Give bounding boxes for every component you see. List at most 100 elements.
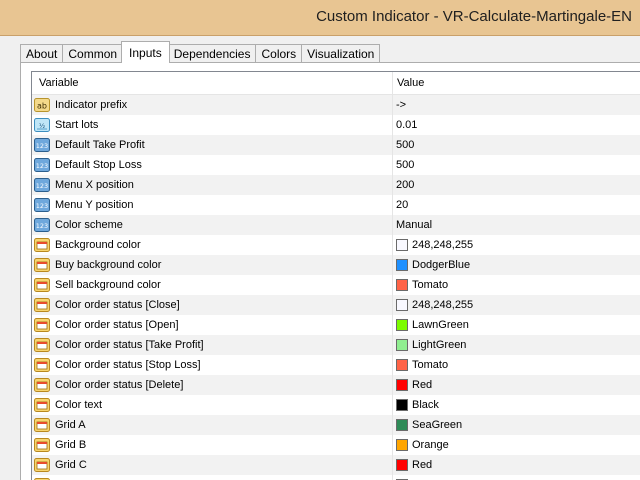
value-text: Red (412, 459, 433, 471)
table-row[interactable]: 123 Default Stop Loss 500 (32, 155, 640, 175)
value-text: Orange (412, 439, 449, 451)
variable-cell[interactable]: Color order status [Take Profit] (32, 335, 393, 355)
variable-cell[interactable]: Sell background color (32, 275, 393, 295)
variable-cell[interactable]: Color order status [Close] (32, 295, 393, 315)
table-row[interactable]: 123 Default Take Profit 500 (32, 135, 640, 155)
variable-cell[interactable]: Buy background color (32, 255, 393, 275)
table-row[interactable]: Grid C Red (32, 455, 640, 475)
color-type-icon (34, 337, 50, 353)
value-cell[interactable]: 200 (393, 175, 640, 195)
variable-name: Grid A (55, 419, 86, 431)
variable-name: Menu X position (55, 179, 134, 191)
table-row[interactable]: Grid A SeaGreen (32, 415, 640, 435)
table-row[interactable]: Color text Black (32, 395, 640, 415)
variable-cell[interactable]: Color order status [Delete] (32, 375, 393, 395)
variable-cell[interactable]: Grid C (32, 455, 393, 475)
variable-cell[interactable]: Grid A (32, 415, 393, 435)
value-cell[interactable]: Manual (393, 215, 640, 235)
integer-type-icon: 123 (34, 157, 50, 173)
variable-cell[interactable]: Color order status [Open] (32, 315, 393, 335)
table-row[interactable]: ab Indicator prefix -> (32, 95, 640, 115)
value-cell[interactable]: DodgerBlue (393, 255, 640, 275)
variable-cell[interactable]: 123 Color scheme (32, 215, 393, 235)
value-cell[interactable]: Orange (393, 435, 640, 455)
value-cell[interactable]: -> (393, 95, 640, 115)
value-cell[interactable]: Red (393, 375, 640, 395)
title-bar[interactable]: Custom Indicator - VR-Calculate-Martinga… (0, 0, 640, 36)
color-swatch[interactable] (396, 419, 408, 431)
value-cell[interactable]: SeaGreen (393, 415, 640, 435)
variable-cell[interactable] (32, 475, 393, 480)
table-row[interactable]: 123 Menu X position 200 (32, 175, 640, 195)
variable-cell[interactable]: 123 Default Stop Loss (32, 155, 393, 175)
color-swatch[interactable] (396, 239, 408, 251)
variable-cell[interactable]: 123 Menu X position (32, 175, 393, 195)
value-text: 200 (396, 179, 415, 191)
value-text: Tomato (412, 359, 449, 371)
table-row[interactable]: Sell background color Tomato (32, 275, 640, 295)
tab-visualization[interactable]: Visualization (301, 44, 381, 63)
variable-cell[interactable]: ab Indicator prefix (32, 95, 393, 115)
svg-text:123: 123 (36, 202, 48, 210)
value-cell[interactable]: Tomato (393, 275, 640, 295)
value-cell[interactable]: 0.01 (393, 115, 640, 135)
color-swatch[interactable] (396, 279, 408, 291)
value-cell[interactable]: Red (393, 455, 640, 475)
variable-name: Color text (55, 399, 103, 411)
value-cell[interactable]: LawnGreen (393, 315, 640, 335)
table-row[interactable]: Color order status [Delete] Red (32, 375, 640, 395)
color-swatch[interactable] (396, 399, 408, 411)
table-row[interactable]: Color order status [Take Profit] LightGre… (32, 335, 640, 355)
value-text: LightGreen (412, 339, 467, 351)
value-cell[interactable]: Tomato (393, 355, 640, 375)
variable-cell[interactable]: Color text (32, 395, 393, 415)
table-row[interactable]: Background color 248,248,255 (32, 235, 640, 255)
variable-name: Default Take Profit (55, 139, 145, 151)
table-row[interactable]: Color order status [Close] 248,248,255 (32, 295, 640, 315)
table-row[interactable]: 123 Color scheme Manual (32, 215, 640, 235)
table-row[interactable]: Grid B Orange (32, 435, 640, 455)
variable-cell[interactable]: 123 Menu Y position (32, 195, 393, 215)
color-swatch[interactable] (396, 439, 408, 451)
table-row[interactable]: 123 Menu Y position 20 (32, 195, 640, 215)
value-cell[interactable]: 248,248,255 (393, 295, 640, 315)
table-row[interactable]: Buy background color DodgerBlue (32, 255, 640, 275)
tab-common[interactable]: Common (62, 44, 124, 63)
color-swatch[interactable] (396, 339, 408, 351)
value-cell[interactable]: 500 (393, 135, 640, 155)
tab-about[interactable]: About (20, 44, 64, 63)
color-swatch[interactable] (396, 379, 408, 391)
value-cell[interactable]: 500 (393, 155, 640, 175)
tab-inputs[interactable]: Inputs (121, 41, 170, 63)
color-swatch[interactable] (396, 259, 408, 271)
table-row[interactable]: Color order status [Open] LawnGreen (32, 315, 640, 335)
table-row[interactable]: ½ Start lots 0.01 (32, 115, 640, 135)
value-cell[interactable] (393, 475, 640, 480)
column-header-variable[interactable]: Variable (32, 72, 393, 95)
variable-cell[interactable]: Background color (32, 235, 393, 255)
value-cell[interactable]: LightGreen (393, 335, 640, 355)
value-text: Tomato (412, 279, 449, 291)
variable-cell[interactable]: ½ Start lots (32, 115, 393, 135)
color-swatch[interactable] (396, 319, 408, 331)
color-type-icon (34, 297, 50, 313)
variable-cell[interactable]: 123 Default Take Profit (32, 135, 393, 155)
tab-colors[interactable]: Colors (255, 44, 303, 63)
color-swatch[interactable] (396, 299, 408, 311)
table-row[interactable] (32, 475, 640, 480)
value-cell[interactable]: 20 (393, 195, 640, 215)
color-swatch[interactable] (396, 359, 408, 371)
color-type-icon (34, 237, 50, 253)
value-cell[interactable]: 248,248,255 (393, 235, 640, 255)
variable-cell[interactable]: Color order status [Stop Loss] (32, 355, 393, 375)
value-text: 248,248,255 (412, 239, 474, 251)
variable-name: Background color (55, 239, 141, 251)
table-row[interactable]: Color order status [Stop Loss] Tomato (32, 355, 640, 375)
tab-dependencies[interactable]: Dependencies (167, 44, 257, 63)
variable-cell[interactable]: Grid B (32, 435, 393, 455)
variable-name: Color order status [Stop Loss] (55, 359, 201, 371)
value-text: Red (412, 379, 433, 391)
value-cell[interactable]: Black (393, 395, 640, 415)
color-swatch[interactable] (396, 459, 408, 471)
column-header-value[interactable]: Value (393, 72, 640, 95)
